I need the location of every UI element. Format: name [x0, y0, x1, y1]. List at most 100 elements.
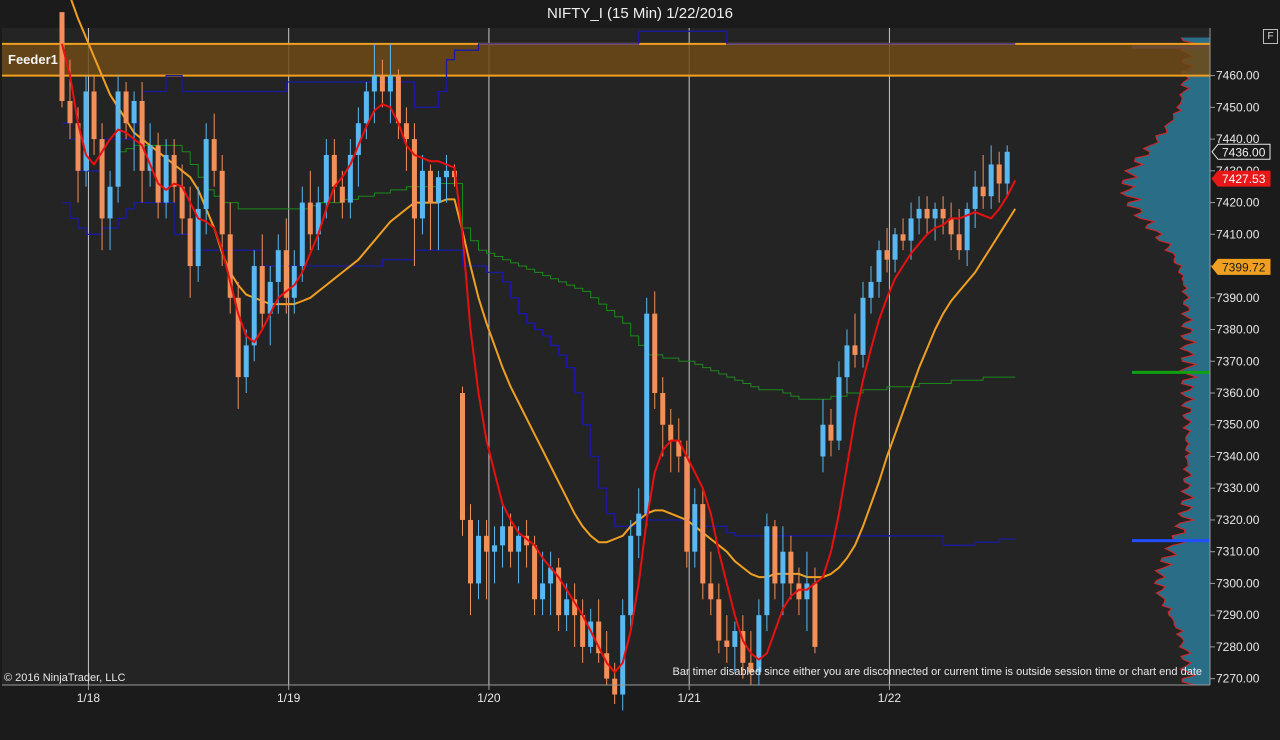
candle-body [780, 551, 786, 584]
y-tick-label: 7290.00 [1216, 608, 1260, 622]
last_price-marker-label: 7436.00 [1222, 145, 1266, 159]
candle-body [203, 139, 209, 209]
candle-body [1004, 151, 1010, 184]
candle-body [484, 535, 490, 552]
candle-body [636, 513, 642, 536]
x-tick-label: 1/22 [878, 691, 902, 705]
candle-body [708, 583, 714, 600]
candle-body [107, 186, 113, 219]
candle-body [884, 250, 890, 260]
candle-body [540, 583, 546, 600]
candle-body [59, 12, 65, 102]
candle-body [684, 456, 690, 552]
y-tick-label: 7390.00 [1216, 291, 1260, 305]
candle-body [876, 250, 882, 282]
candle-body [764, 526, 770, 616]
candle-body [460, 393, 465, 520]
candle-body [956, 234, 962, 251]
candle-body [371, 75, 377, 92]
candle-body [419, 170, 425, 219]
bar-timer-message: Bar timer disabled since either you are … [673, 666, 1203, 678]
candle-body [139, 101, 145, 171]
candle-body [508, 526, 514, 552]
candle-body [692, 504, 698, 552]
candle-body [532, 545, 538, 600]
candle-body [379, 75, 385, 92]
candle-body [988, 164, 994, 197]
candle-body [836, 377, 842, 441]
candle-body [564, 599, 570, 616]
candle-body [868, 281, 874, 298]
candle-body [403, 123, 409, 140]
y-tick-label: 7460.00 [1216, 69, 1260, 83]
candle-body [812, 583, 818, 647]
candle-body [924, 208, 930, 219]
x-tick-label: 1/20 [477, 691, 501, 705]
candle-body [427, 170, 433, 203]
candle-body [163, 154, 169, 203]
candle-body [980, 186, 986, 197]
zone-fill [2, 43, 1210, 76]
feeder-zone [2, 42, 1210, 77]
y-tick-label: 7340.00 [1216, 449, 1260, 463]
y-tick-label: 7380.00 [1216, 323, 1260, 337]
candle-body [251, 266, 257, 346]
copyright-text: © 2016 NinjaTrader, LLC [4, 672, 125, 684]
candle-body [628, 535, 634, 616]
candle-body [363, 91, 369, 124]
candle-body [844, 345, 850, 378]
y-tick-label: 7320.00 [1216, 513, 1260, 527]
candle-body [892, 234, 898, 260]
candle-body [516, 535, 522, 552]
y-tick-label: 7350.00 [1216, 418, 1260, 432]
candle-body [772, 526, 778, 584]
candle-body [756, 615, 762, 673]
candle-body [307, 202, 313, 235]
candle-body [171, 154, 177, 187]
candle-body [387, 75, 393, 92]
candle-body [612, 678, 618, 695]
candle-body [155, 145, 161, 203]
candle-body [339, 186, 345, 203]
x-tick-label: 1/19 [277, 691, 301, 705]
candle-body [299, 202, 305, 267]
plot-area[interactable] [2, 28, 1210, 685]
candle-body [972, 186, 978, 209]
y-tick-label: 7270.00 [1216, 672, 1260, 686]
y-tick-label: 7300.00 [1216, 576, 1260, 590]
candle-body [275, 250, 281, 282]
candle-body [996, 164, 1002, 184]
candle-body [468, 519, 474, 584]
candle-body [492, 545, 498, 552]
candle-body [652, 313, 658, 393]
candle-body [243, 345, 249, 378]
candle-body [443, 170, 449, 178]
candle-body [219, 170, 225, 235]
candle-body [211, 139, 217, 171]
y-tick-label: 7420.00 [1216, 196, 1260, 210]
candle-body [900, 234, 906, 241]
price-chart[interactable]: 7270.00 7280.00 7290.00 7300.00 7310.00 7320.… [0, 0, 1280, 740]
candle-body [860, 297, 866, 355]
candle-body [500, 526, 506, 546]
candle-body [852, 345, 858, 355]
y-tick-label: 7330.00 [1216, 481, 1260, 495]
candle-body [395, 75, 401, 124]
candle-body [668, 424, 674, 441]
zone-label: Feeder1 [8, 52, 58, 67]
candle-body [123, 91, 129, 124]
x-tick-label: 1/21 [678, 691, 702, 705]
fast_average-marker-label: 7427.53 [1222, 172, 1266, 186]
candle-body [820, 424, 826, 457]
candle-body [83, 91, 89, 171]
candle-body [908, 218, 914, 241]
candle-body [187, 218, 193, 267]
candle-body [804, 583, 810, 600]
candle-body [788, 551, 794, 584]
candle-body [411, 139, 417, 219]
candle-body [435, 177, 441, 203]
candle-body [476, 535, 482, 584]
candle-body [323, 154, 329, 203]
candle-body [940, 208, 946, 219]
candle-body [700, 504, 706, 584]
